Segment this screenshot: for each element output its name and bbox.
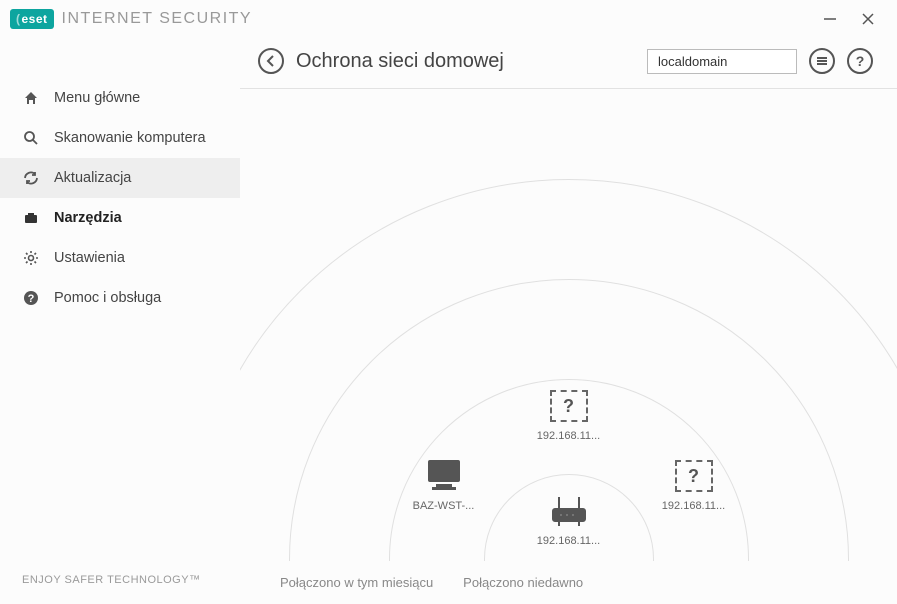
device-label: 192.168.11... bbox=[537, 535, 600, 547]
device-label: BAZ-WST-... bbox=[413, 500, 475, 512]
monitor-icon bbox=[422, 456, 466, 496]
nav-label: Ustawienia bbox=[54, 250, 125, 266]
help-button[interactable]: ? bbox=[847, 48, 873, 74]
network-sonar: 192.168.11... To urządze... ? 192.168.11… bbox=[240, 89, 897, 561]
svg-text:?: ? bbox=[28, 293, 35, 305]
sidebar: Menu główne Skanowanie komputera Aktuali… bbox=[0, 38, 240, 604]
briefcase-icon bbox=[22, 210, 40, 226]
nav-label: Menu główne bbox=[54, 90, 140, 106]
nav-label: Aktualizacja bbox=[54, 170, 131, 186]
legend: Połączono w tym miesiącu Połączono nieda… bbox=[240, 561, 897, 604]
device-label: 192.168.11... bbox=[662, 500, 725, 512]
question-icon: ? bbox=[22, 290, 40, 306]
router-icon bbox=[547, 491, 591, 531]
tagline: ENJOY SAFER TECHNOLOGY™ bbox=[0, 556, 240, 604]
network-selector[interactable]: localdomain bbox=[647, 49, 797, 74]
window-controls bbox=[823, 12, 887, 26]
device-pc[interactable]: BAZ-WST-... bbox=[399, 456, 489, 512]
nav-tools[interactable]: Narzędzia bbox=[0, 198, 240, 238]
legend-month: Połączono w tym miesiącu bbox=[280, 575, 433, 590]
brand-badge: eset bbox=[10, 9, 54, 29]
back-button[interactable] bbox=[258, 48, 284, 74]
minimize-button[interactable] bbox=[823, 12, 837, 26]
gear-icon bbox=[22, 250, 40, 266]
device-router[interactable]: 192.168.11... bbox=[524, 491, 614, 547]
page-title: Ochrona sieci domowej bbox=[296, 50, 504, 73]
device-unknown-1[interactable]: ? 192.168.11... bbox=[524, 386, 614, 442]
close-button[interactable] bbox=[861, 12, 875, 26]
list-view-button[interactable] bbox=[809, 48, 835, 74]
nav-scan[interactable]: Skanowanie komputera bbox=[0, 118, 240, 158]
nav-label: Pomoc i obsługa bbox=[54, 290, 161, 306]
legend-recent: Połączono niedawno bbox=[463, 575, 583, 590]
unknown-device-icon: ? bbox=[672, 456, 716, 496]
nav-home[interactable]: Menu główne bbox=[0, 78, 240, 118]
brand-logo: eset INTERNET SECURITY bbox=[10, 9, 252, 29]
nav-help[interactable]: ? Pomoc i obsługa bbox=[0, 278, 240, 318]
device-unknown-2[interactable]: ? 192.168.11... bbox=[649, 456, 739, 512]
search-icon bbox=[22, 130, 40, 146]
refresh-icon bbox=[22, 170, 40, 186]
nav-update[interactable]: Aktualizacja bbox=[0, 158, 240, 198]
nav-label: Narzędzia bbox=[54, 210, 122, 226]
device-label: 192.168.11... bbox=[537, 430, 600, 442]
nav-label: Skanowanie komputera bbox=[54, 130, 206, 146]
brand-product: INTERNET SECURITY bbox=[62, 10, 253, 28]
unknown-device-icon: ? bbox=[547, 386, 591, 426]
home-icon bbox=[22, 90, 40, 106]
nav-settings[interactable]: Ustawienia bbox=[0, 238, 240, 278]
page-header: Ochrona sieci domowej localdomain ? bbox=[240, 38, 897, 89]
title-bar: eset INTERNET SECURITY bbox=[0, 0, 897, 38]
